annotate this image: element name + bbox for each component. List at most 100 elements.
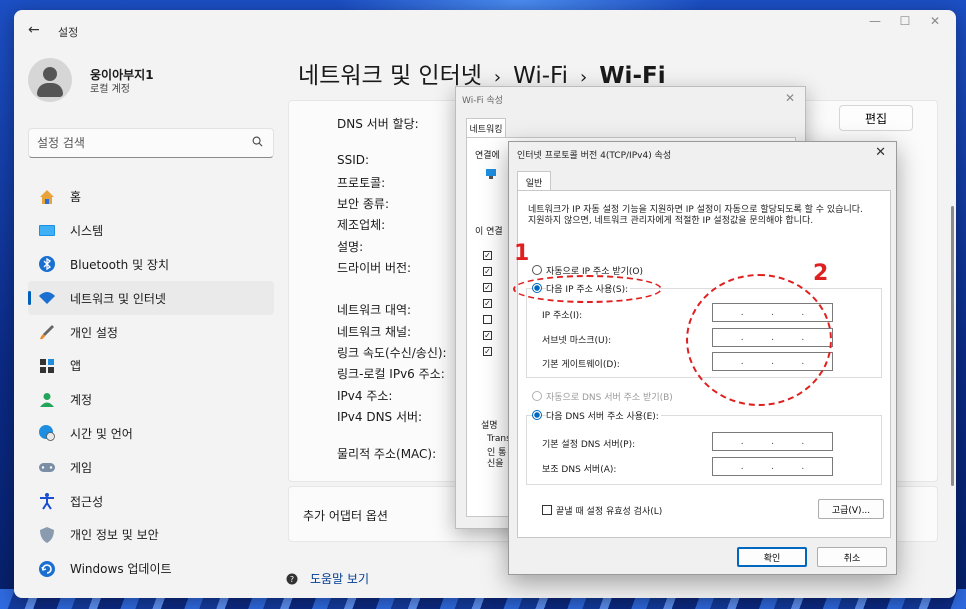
bluetooth-icon [39, 256, 55, 273]
manual-dns-radio[interactable] [532, 410, 542, 420]
sidebar-item-personalization[interactable]: 개인 설정 [28, 315, 274, 349]
sidebar-item-network[interactable]: 네트워크 및 인터넷 [28, 281, 274, 316]
validate-checkbox[interactable] [542, 505, 552, 515]
item-checkbox[interactable]: ✓ [483, 347, 492, 356]
help-link[interactable]: ? 도움말 보기 [286, 570, 369, 587]
subnet-mask-label: 서브넷 마스크(U): [542, 336, 612, 346]
back-button[interactable]: ← [28, 22, 40, 38]
wifi-icon [39, 292, 55, 305]
help-link-label: 도움말 보기 [310, 572, 370, 586]
manual-dns-label: 다음 DNS 서버 주소 사용(E): [546, 409, 661, 422]
network-band-label: 네트워크 대역: [337, 303, 412, 317]
ip-address-label: IP 주소(I): [542, 311, 583, 321]
annotation-ellipse-1 [513, 275, 662, 303]
settings-search[interactable] [28, 128, 274, 158]
cancel-button[interactable]: 취소 [817, 547, 887, 567]
validate-label: 끝낼 때 설정 유효성 검사(L) [556, 507, 663, 517]
sidebar-item-system[interactable]: 시스템 [28, 214, 274, 248]
sidebar-nav: 홈 시스템 Bluetooth 및 장치 네트워크 및 인터넷 개인 설정 앱 … [28, 180, 274, 586]
monitor-icon [39, 224, 55, 236]
sidebar-item-gaming[interactable]: 게임 [28, 450, 274, 484]
person-icon [40, 392, 54, 407]
home-icon [40, 189, 54, 204]
user-profile[interactable]: 웅이아부지1 로컬 계정 [28, 58, 268, 102]
protocol-label: 프로토콜: [337, 176, 386, 190]
mac-address-label: 물리적 주소(MAC): [337, 447, 437, 461]
auto-dns-radio[interactable] [532, 391, 542, 401]
tab-networking[interactable]: 네트워킹 [466, 118, 506, 138]
profile-account-type: 로컬 계정 [90, 84, 130, 95]
description-text: 네트워크가 IP 자동 설정 기능을 지원하면 IP 설정이 자동으로 할당되도… [528, 205, 863, 226]
ipv4-dns-label: IPv4 DNS 서버: [337, 410, 423, 424]
sidebar-item-label: 개인 설정 [70, 325, 118, 340]
globe-clock-icon [39, 425, 55, 442]
sidebar-item-label: Bluetooth 및 장치 [70, 257, 170, 272]
maximize-button[interactable]: ☐ [890, 14, 920, 28]
network-channel-label: 네트워크 채널: [337, 325, 412, 339]
sidebar-item-label: 게임 [70, 460, 93, 475]
auto-dns-label: 자동으로 DNS 서버 주소 받기(B) [546, 393, 673, 403]
sidebar-item-home[interactable]: 홈 [28, 180, 274, 214]
accessibility-icon [40, 493, 54, 510]
auto-ip-radio[interactable] [532, 265, 542, 275]
sidebar-item-bluetooth[interactable]: Bluetooth 및 장치 [28, 248, 274, 282]
annotation-ellipse-2 [686, 274, 832, 406]
description-text: 신을 [487, 459, 504, 469]
brush-icon [40, 325, 54, 340]
item-checkbox[interactable] [483, 315, 492, 324]
sidebar-item-accounts[interactable]: 계정 [28, 383, 274, 417]
sidebar-item-label: 시간 및 언어 [70, 426, 133, 441]
scrollbar[interactable] [951, 206, 954, 486]
driver-version-label: 드라이버 버전: [337, 261, 412, 275]
close-button[interactable]: ✕ [920, 14, 950, 28]
sidebar-item-label: 시스템 [70, 224, 104, 239]
ipv4-address-label: IPv4 주소: [337, 389, 393, 403]
sidebar-item-apps[interactable]: 앱 [28, 349, 274, 383]
items-label: 이 연결 [475, 227, 503, 237]
search-input[interactable] [37, 134, 237, 152]
breadcrumb-separator: › [579, 67, 588, 88]
sidebar-item-label: 접근성 [70, 494, 104, 509]
more-adapter-options-label: 추가 어댑터 옵션 [303, 509, 388, 523]
description-label: 설명: [337, 240, 364, 254]
dialog-title: Wi-Fi 속성 [462, 96, 503, 106]
sidebar-item-label: 홈 [70, 190, 82, 205]
item-checkbox[interactable]: ✓ [483, 283, 492, 292]
link-speed-label: 링크 속도(수신/송신): [337, 346, 447, 360]
sidebar-item-time-language[interactable]: 시간 및 언어 [28, 417, 274, 451]
ok-button[interactable]: 확인 [737, 547, 807, 567]
gamepad-icon [39, 463, 55, 473]
tab-general[interactable]: 일반 [517, 171, 551, 191]
dialog-title: 인터넷 프로토콜 버전 4(TCP/IPv4) 속성 [517, 151, 672, 161]
minimize-button[interactable]: — [860, 14, 890, 28]
close-icon[interactable]: ✕ [785, 91, 795, 105]
avatar [28, 58, 72, 102]
annotation-number-2: 2 [813, 261, 829, 286]
update-icon [39, 560, 55, 577]
dns-assignment-label: DNS 서버 할당: [337, 117, 419, 131]
alternate-dns-field[interactable]: ... [712, 457, 833, 476]
sidebar-item-accessibility[interactable]: 접근성 [28, 484, 274, 518]
preferred-dns-field[interactable]: ... [712, 432, 833, 451]
sidebar-item-label: 앱 [70, 359, 82, 374]
breadcrumb: 네트워크 및 인터넷 › Wi-Fi › Wi-Fi [298, 56, 666, 90]
item-checkbox[interactable]: ✓ [483, 267, 492, 276]
sidebar-item-label: 개인 정보 및 보안 [70, 528, 159, 543]
sidebar-item-windows-update[interactable]: Windows 업데이트 [28, 552, 274, 586]
edit-dns-button[interactable]: 편집 [839, 105, 913, 131]
window-controls: — ☐ ✕ [860, 14, 950, 28]
sidebar-item-label: 네트워크 및 인터넷 [70, 291, 166, 306]
gateway-label: 기본 게이트웨이(D): [542, 360, 620, 370]
security-type-label: 보안 종류: [337, 197, 390, 211]
search-icon [252, 136, 263, 147]
item-checkbox[interactable]: ✓ [483, 251, 492, 260]
connect-using-label: 연결에 [475, 151, 500, 161]
manufacturer-label: 제조업체: [337, 218, 386, 232]
advanced-button[interactable]: 고급(V)... [818, 499, 884, 519]
shield-icon [40, 526, 54, 543]
close-icon[interactable]: ✕ [875, 145, 886, 160]
item-checkbox[interactable]: ✓ [483, 299, 492, 308]
item-checkbox[interactable]: ✓ [483, 331, 492, 340]
sidebar-item-privacy[interactable]: 개인 정보 및 보안 [28, 518, 274, 552]
description-group-label: 설명 [481, 421, 498, 431]
